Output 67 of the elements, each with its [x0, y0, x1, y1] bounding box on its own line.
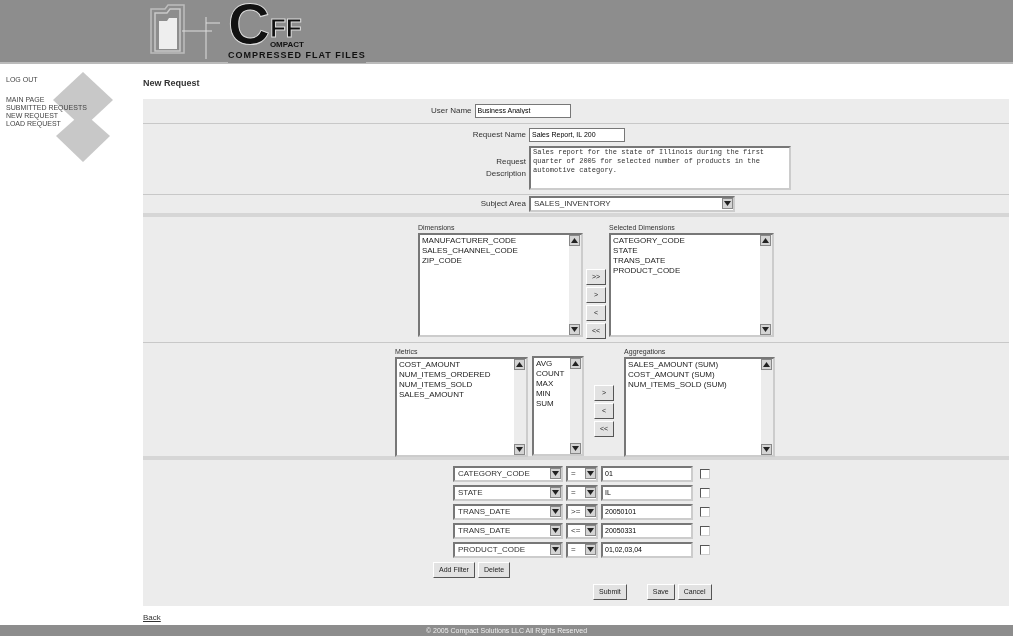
list-option[interactable]: SUM — [535, 398, 568, 409]
dropdown[interactable]: TRANS_DATE — [453, 503, 563, 520]
scroll-down-icon[interactable] — [550, 506, 561, 517]
list-option[interactable]: CATEGORY_CODE — [613, 236, 759, 246]
dropdown[interactable]: <= — [566, 522, 598, 539]
scroll-up-icon[interactable] — [569, 357, 581, 369]
list-option[interactable]: AVG — [535, 358, 568, 369]
scroll-up-icon[interactable] — [760, 235, 772, 246]
checkbox[interactable] — [700, 468, 710, 479]
field-label: Request Description — [485, 155, 526, 180]
checkbox[interactable] — [700, 525, 710, 536]
field-label: Request Name — [471, 128, 526, 141]
dropdown[interactable]: TRANS_DATE — [453, 522, 563, 539]
list-box[interactable]: MANUFACTURER_CODE SALES_CHANNEL_CODE ZIP_CODE — [417, 233, 583, 337]
scroll-down-icon[interactable] — [568, 324, 580, 335]
page-title: New Request — [143, 77, 201, 90]
list-option[interactable]: MAX — [535, 378, 568, 389]
list-option[interactable]: NUM_ITEMS_ORDERED — [398, 370, 512, 380]
list-box[interactable]: CATEGORY_CODE STATE TRANS_DATE PRODUCT_CODE — [609, 233, 775, 337]
scroll-down-icon[interactable] — [761, 444, 773, 455]
dropdown[interactable]: PRODUCT_CODE — [453, 541, 563, 558]
checkbox[interactable] — [700, 487, 710, 498]
list-option[interactable]: MANUFACTURER_CODE — [421, 236, 567, 246]
dropdown[interactable]: >= — [566, 503, 598, 520]
list-option[interactable]: STATE — [613, 246, 759, 256]
dropdown[interactable]: SALES_INVENTORY — [529, 195, 735, 212]
list-box[interactable]: SALES_AMOUNT (SUM) COST_AMOUNT (SUM) NUM_ITEMS_SOLD (SUM) — [624, 357, 776, 457]
dropdown[interactable]: = — [566, 541, 598, 558]
checkbox[interactable] — [700, 544, 710, 555]
scroll-down-icon[interactable] — [550, 525, 561, 536]
scroll-down-icon[interactable] — [550, 468, 561, 479]
scroll-down-icon[interactable] — [585, 525, 596, 536]
list-option[interactable]: MIN — [535, 388, 568, 399]
dropdown[interactable]: CATEGORY_CODE — [453, 465, 563, 482]
list-option[interactable]: TRANS_DATE — [613, 256, 759, 266]
list-box[interactable]: AVG COUNT MAX MIN SUM — [531, 355, 584, 456]
scroll-up-icon[interactable] — [568, 235, 580, 246]
list-option[interactable]: COST_AMOUNT — [398, 360, 512, 370]
list-option[interactable]: SALES_CHANNEL_CODE — [421, 246, 567, 256]
scroll-down-icon[interactable] — [585, 468, 596, 479]
back-link[interactable]: Back — [143, 612, 161, 624]
list-option[interactable]: PRODUCT_CODE — [613, 266, 759, 276]
field-label: User Name — [430, 104, 472, 117]
scroll-down-icon[interactable] — [585, 506, 596, 517]
list-option[interactable]: SALES_AMOUNT (SUM) — [628, 360, 760, 370]
dropdown[interactable]: STATE — [453, 484, 563, 501]
field-label: Subject Area — [479, 197, 526, 210]
scroll-down-icon[interactable] — [569, 442, 581, 454]
scroll-down-icon[interactable] — [585, 544, 596, 555]
scroll-down-icon[interactable] — [722, 198, 733, 209]
scroll-down-icon[interactable] — [585, 487, 596, 498]
list-box[interactable]: COST_AMOUNT NUM_ITEMS_ORDERED NUM_ITEMS_SOLD SALES_AMOUNT — [394, 357, 528, 457]
list-option[interactable]: COST_AMOUNT (SUM) — [628, 370, 760, 380]
list-option[interactable]: NUM_ITEMS_SOLD (SUM) — [628, 380, 760, 390]
list-option[interactable]: SALES_AMOUNT — [398, 390, 512, 400]
scroll-up-icon[interactable] — [761, 359, 773, 370]
scroll-down-icon[interactable] — [513, 444, 525, 455]
dropdown[interactable]: = — [566, 465, 598, 482]
list-option[interactable]: COUNT — [535, 368, 568, 379]
scroll-down-icon[interactable] — [550, 487, 561, 498]
list-option[interactable]: NUM_ITEMS_SOLD — [398, 380, 512, 390]
scroll-up-icon[interactable] — [513, 359, 525, 370]
list-option[interactable]: ZIP_CODE — [421, 256, 567, 266]
checkbox[interactable] — [700, 506, 710, 517]
dropdown[interactable]: = — [566, 484, 598, 501]
scroll-down-icon[interactable] — [760, 324, 772, 335]
scroll-down-icon[interactable] — [550, 544, 561, 555]
